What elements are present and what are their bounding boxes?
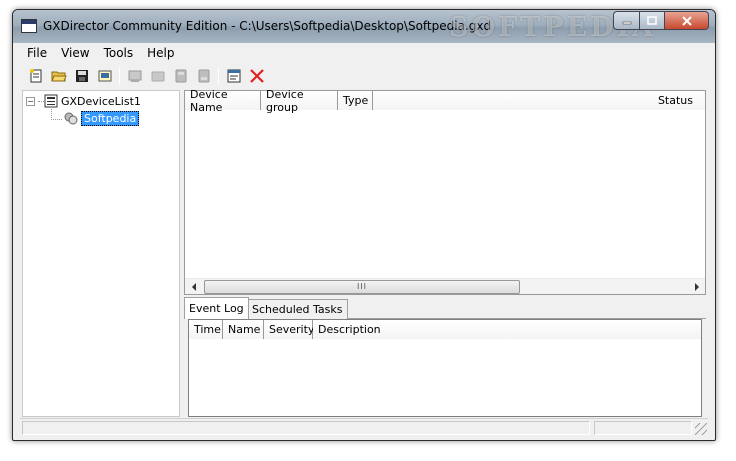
save-icon	[75, 70, 88, 82]
toolbar-separator	[119, 67, 120, 85]
minimize-icon	[622, 21, 631, 24]
device-tree[interactable]: − GXDeviceList1 Softpedia	[22, 90, 180, 417]
open-folder-icon	[50, 71, 67, 82]
horizontal-scrollbar[interactable]: III	[185, 278, 705, 294]
scroll-track[interactable]: III	[202, 279, 688, 295]
delete-icon	[249, 69, 264, 83]
new-list-icon	[29, 69, 41, 83]
collapse-icon[interactable]: −	[26, 96, 35, 106]
window-title: GXDirector Community Edition - C:\Users\…	[43, 19, 492, 33]
resize-grip[interactable]	[695, 423, 707, 435]
toolbar-separator	[218, 67, 219, 85]
device-action-3-button[interactable]	[169, 65, 192, 87]
tree-root-row[interactable]: − GXDeviceList1	[26, 93, 143, 109]
close-icon	[681, 15, 692, 26]
device-action-4-icon	[198, 69, 209, 83]
device-group-icon	[64, 112, 78, 125]
bottom-tab-strip: Event Log Scheduled Tasks	[184, 297, 706, 319]
tree-child-label[interactable]: Softpedia	[81, 110, 140, 126]
add-device-button[interactable]	[93, 65, 116, 87]
menu-tools[interactable]: Tools	[97, 46, 141, 60]
scroll-left-icon	[191, 282, 196, 291]
close-button[interactable]	[665, 11, 709, 30]
tree-connector	[51, 119, 62, 120]
device-action-3-icon	[175, 69, 186, 83]
status-panel-right	[594, 421, 692, 435]
tree-connector	[38, 101, 44, 102]
menu-view[interactable]: View	[54, 46, 96, 60]
title-bar[interactable]: GXDirector Community Edition - C:\Users\…	[13, 10, 715, 43]
column-time[interactable]: Time	[189, 320, 223, 339]
properties-icon	[227, 69, 240, 83]
tab-scheduled-tasks[interactable]: Scheduled Tasks	[247, 299, 348, 319]
column-device-name[interactable]: Device Name	[185, 88, 261, 114]
maximize-button[interactable]	[639, 11, 665, 30]
app-icon[interactable]	[21, 19, 37, 33]
toolbar	[20, 63, 708, 89]
device-action-2-icon	[151, 71, 164, 82]
column-device-group[interactable]: Device group	[261, 88, 338, 114]
open-button[interactable]	[47, 65, 70, 87]
status-bar	[20, 418, 708, 436]
tree-root-label[interactable]: GXDeviceList1	[59, 95, 143, 108]
event-log-header: Time Name Severity Description	[189, 320, 701, 339]
menu-file[interactable]: File	[20, 46, 54, 60]
minimize-button[interactable]	[613, 11, 639, 30]
scroll-right-icon	[694, 282, 699, 291]
scroll-left-button[interactable]	[185, 279, 202, 295]
new-list-button[interactable]	[24, 65, 47, 87]
column-status[interactable]: Status	[373, 91, 705, 110]
column-name[interactable]: Name	[223, 320, 264, 339]
scroll-thumb[interactable]: III	[204, 279, 520, 294]
menu-help[interactable]: Help	[140, 46, 181, 60]
tree-child-row[interactable]: Softpedia	[63, 110, 140, 126]
device-action-4-button[interactable]	[192, 65, 215, 87]
device-list-header: Device Name Device group Type Status	[185, 88, 705, 114]
tab-event-log[interactable]: Event Log	[184, 297, 249, 319]
tree-connector	[51, 106, 52, 120]
device-action-1-icon	[128, 70, 141, 82]
properties-button[interactable]	[222, 65, 245, 87]
maximize-icon	[647, 15, 657, 25]
device-list-view[interactable]: Device Name Device group Type Status III	[184, 88, 706, 295]
column-description[interactable]: Description	[313, 320, 701, 339]
app-window: GXDirector Community Edition - C:\Users\…	[12, 9, 716, 441]
device-action-1-button[interactable]	[123, 65, 146, 87]
caption-buttons	[613, 11, 709, 30]
column-severity[interactable]: Severity	[264, 320, 314, 339]
delete-button[interactable]	[245, 65, 268, 87]
menu-bar: File View Tools Help	[20, 43, 708, 62]
scroll-right-button[interactable]	[688, 279, 705, 295]
add-device-icon	[98, 70, 111, 82]
save-button[interactable]	[70, 65, 93, 87]
column-type[interactable]: Type	[338, 91, 373, 110]
device-action-2-button[interactable]	[146, 65, 169, 87]
client-area: − GXDeviceList1 Softpedia Device Name De…	[20, 88, 708, 417]
status-panel-main	[22, 421, 590, 435]
event-log-list[interactable]: Time Name Severity Description	[188, 319, 702, 417]
